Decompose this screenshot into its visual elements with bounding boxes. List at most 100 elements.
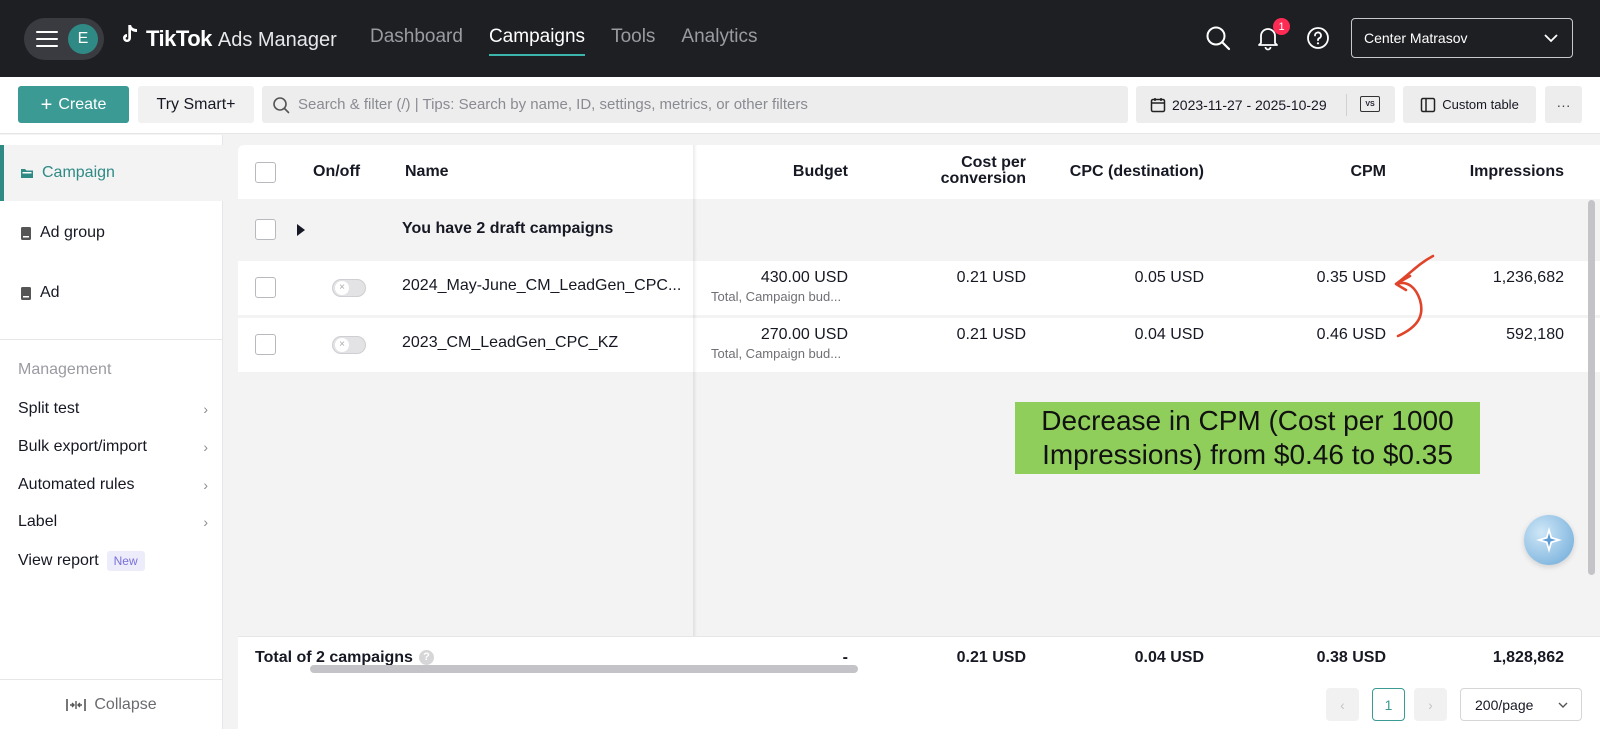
document-icon xyxy=(21,226,31,240)
column-impressions[interactable]: Impressions xyxy=(1418,163,1564,181)
vertical-scrollbar[interactable] xyxy=(1588,200,1595,575)
chevron-down-icon xyxy=(1558,702,1568,708)
total-row: Total of 2 campaigns? - 0.21 USD 0.04 US… xyxy=(238,636,1600,680)
campaign-toggle[interactable] xyxy=(332,279,366,297)
cpc-value: 0.04 USD xyxy=(1134,326,1204,343)
help-icon[interactable] xyxy=(1304,24,1332,52)
more-options-button[interactable]: ··· xyxy=(1545,86,1582,123)
custom-table-button[interactable]: Custom table xyxy=(1403,86,1536,123)
help-icon[interactable]: ? xyxy=(418,650,434,666)
date-range-text: 2023-11-27 - 2025-10-29 xyxy=(1172,96,1327,113)
avatar[interactable]: E xyxy=(68,24,98,54)
sidebar-item-ad-group[interactable]: Ad group xyxy=(0,205,223,261)
sidebar-item-ad[interactable]: Ad xyxy=(0,265,223,321)
chevron-right-icon: › xyxy=(203,439,208,455)
frozen-column-shadow xyxy=(693,145,697,675)
page-size-select[interactable]: 200/page xyxy=(1460,688,1582,721)
column-cost-per-conversion[interactable]: Cost per conversion xyxy=(888,155,1026,187)
total-impressions: 1,828,862 xyxy=(1492,649,1564,666)
annotation-box: Decrease in CPM (Cost per 1000 Impressio… xyxy=(1015,402,1480,474)
select-all-checkbox[interactable] xyxy=(255,162,276,183)
hamburger-menu-icon[interactable] xyxy=(36,31,58,47)
column-cpc[interactable]: CPC (destination) xyxy=(1028,163,1204,181)
nav-tools[interactable]: Tools xyxy=(611,26,655,56)
sidebar-link-label: Split test xyxy=(18,400,80,417)
document-icon xyxy=(21,286,31,300)
nav-dashboard[interactable]: Dashboard xyxy=(370,26,463,56)
sidebar-item-label: Ad xyxy=(40,284,60,301)
campaign-name[interactable]: 2023_CM_LeadGen_CPC_KZ xyxy=(402,334,618,352)
sidebar-link-split-test[interactable]: Split test › xyxy=(18,400,208,418)
sidebar-link-label: Label xyxy=(18,513,58,530)
notification-badge: 1 xyxy=(1273,18,1290,35)
collapse-label: Collapse xyxy=(94,695,157,713)
campaign-toggle[interactable] xyxy=(332,336,366,354)
row-checkbox[interactable] xyxy=(255,277,276,298)
search-placeholder: Search & filter (/) | Tips: Search by na… xyxy=(298,96,808,113)
sidebar: Campaign Ad group Ad Management Split te… xyxy=(0,135,223,729)
create-button[interactable]: + Create xyxy=(18,86,129,123)
sidebar-item-label: Campaign xyxy=(42,164,115,181)
collapse-icon xyxy=(66,698,87,711)
sidebar-item-campaign[interactable]: Campaign xyxy=(0,145,223,201)
search-filter-input[interactable]: Search & filter (/) | Tips: Search by na… xyxy=(262,86,1128,123)
pagination: ‹ 1 › 200/page xyxy=(238,680,1600,729)
chevron-right-icon: › xyxy=(203,514,208,530)
cpc-value: 0.05 USD xyxy=(1134,269,1204,286)
main-nav: Dashboard Campaigns Tools Analytics xyxy=(370,26,757,56)
collapse-button[interactable]: Collapse xyxy=(0,679,223,729)
sidebar-link-bulk-export[interactable]: Bulk export/import › xyxy=(18,438,208,456)
management-heading: Management xyxy=(18,361,112,378)
prev-page-button[interactable]: ‹ xyxy=(1326,688,1359,721)
sidebar-link-label-item[interactable]: Label › xyxy=(18,513,208,531)
row-checkbox[interactable] xyxy=(255,334,276,355)
column-name[interactable]: Name xyxy=(405,163,449,181)
annotation-arrow-icon xyxy=(1394,254,1435,338)
account-name: Center Matrasov xyxy=(1364,30,1468,46)
horizontal-scrollbar[interactable] xyxy=(310,665,858,673)
cost-per-conversion-value: 0.21 USD xyxy=(956,326,1026,343)
cpm-value: 0.35 USD xyxy=(1316,269,1386,286)
draft-campaigns-row[interactable]: You have 2 draft campaigns xyxy=(238,202,1600,258)
sidebar-link-label: View report xyxy=(18,552,99,569)
columns-icon xyxy=(1420,97,1436,112)
column-cpm[interactable]: CPM xyxy=(1238,163,1386,181)
plus-icon: + xyxy=(40,93,53,116)
caret-right-icon[interactable] xyxy=(296,223,306,237)
sidebar-link-label: Bulk export/import xyxy=(18,438,147,455)
column-cost-per-conversion-line2: conversion xyxy=(940,170,1026,187)
annotation-line1: Decrease in CPM (Cost per 1000 xyxy=(1041,405,1454,436)
compare-icon[interactable]: VS xyxy=(1360,96,1380,112)
calendar-icon xyxy=(1150,97,1166,112)
total-cpm: 0.38 USD xyxy=(1316,649,1386,666)
budget-value: 430.00 USD xyxy=(760,269,848,286)
menu-account-pill[interactable]: E xyxy=(24,18,104,60)
nav-analytics[interactable]: Analytics xyxy=(681,26,757,56)
total-label-text: Total of 2 campaigns xyxy=(255,649,413,666)
sidebar-link-automated-rules[interactable]: Automated rules › xyxy=(18,476,208,494)
brand-name: TikTok xyxy=(146,26,212,51)
sidebar-item-label: Ad group xyxy=(40,224,105,241)
chevron-right-icon: › xyxy=(203,477,208,493)
next-page-button[interactable]: › xyxy=(1414,688,1447,721)
search-icon[interactable] xyxy=(1204,24,1232,52)
ai-assistant-button[interactable] xyxy=(1524,515,1574,565)
column-onoff[interactable]: On/off xyxy=(313,163,360,181)
column-cost-per-conversion-line1: Cost per xyxy=(961,154,1026,171)
chevron-right-icon: › xyxy=(203,401,208,417)
sidebar-link-view-report[interactable]: View report New xyxy=(18,551,208,571)
sidebar-link-label: Automated rules xyxy=(18,476,135,493)
column-budget[interactable]: Budget xyxy=(758,163,848,181)
nav-campaigns[interactable]: Campaigns xyxy=(488,26,586,56)
try-smart-button[interactable]: Try Smart+ xyxy=(138,86,254,123)
budget-value: 270.00 USD xyxy=(760,326,848,343)
account-selector[interactable]: Center Matrasov xyxy=(1351,18,1573,58)
row-checkbox[interactable] xyxy=(255,219,276,240)
campaign-name[interactable]: 2024_May-June_CM_LeadGen_CPC... xyxy=(402,277,681,295)
date-range-picker[interactable]: 2023-11-27 - 2025-10-29 VS xyxy=(1136,86,1395,123)
cost-per-conversion-value: 0.21 USD xyxy=(956,269,1026,286)
notification-bell-icon[interactable]: 1 xyxy=(1254,18,1290,52)
brand-logo[interactable]: TikTok Ads Manager xyxy=(120,24,337,52)
page-current[interactable]: 1 xyxy=(1372,688,1405,721)
total-cost-per-conversion: 0.21 USD xyxy=(956,649,1026,666)
